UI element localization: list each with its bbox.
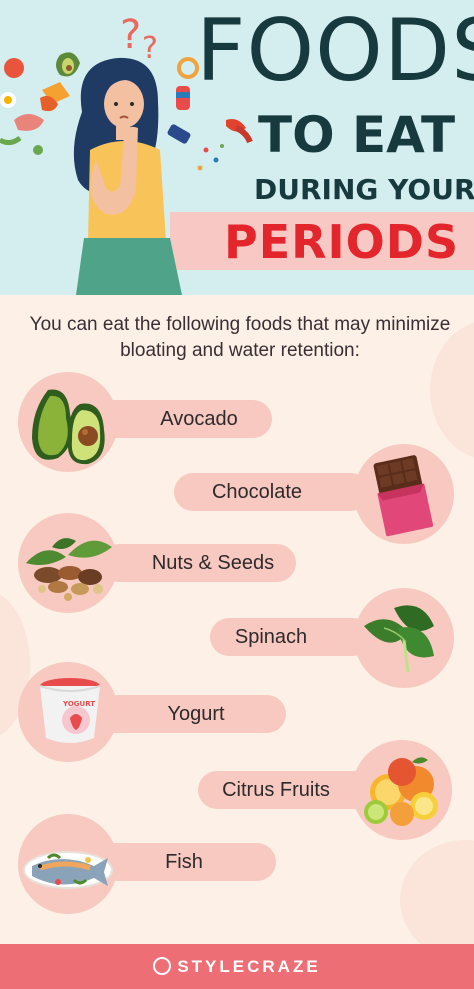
title-to-eat: TO EAT [258,106,456,164]
intro-text: You can eat the following foods that may… [29,314,451,361]
citrus-fruits-label: Citrus Fruits [222,779,330,801]
nuts-icon [18,513,118,613]
footer-bar: STYLECRAZE [0,944,474,989]
stylecraze-logo-icon [153,957,172,975]
decor-circle-right-bottom [400,840,474,960]
nuts-seeds-label: Nuts & Seeds [151,552,275,574]
fish-icon [18,814,118,914]
food-label-spinach: Spinach [210,618,372,656]
avocado-icon [18,372,118,472]
food-label-yogurt: Yogurt [96,695,286,733]
brand-name: STYLECRAZE [177,957,321,976]
food-label-fish: Fish [98,843,276,881]
yogurt-icon: YOGURT [18,662,118,762]
chocolate-icon [354,444,454,544]
title-foods: FOODS [196,1,474,101]
svg-text:?: ? [142,31,158,66]
food-label-nuts-seeds: Nuts & Seeds [100,544,296,582]
yogurt-label: Yogurt [167,703,225,725]
food-label-avocado: Avocado [96,400,272,438]
title-during-your: DURING YOUR [254,173,474,206]
infographic-page: ? ? FOOD TO EAT DURING YOUR PERIODS You … [0,0,474,989]
yogurt-cup-label: YOGURT [62,700,95,708]
fish-label: Fish [165,851,203,873]
food-label-chocolate: Chocolate [174,473,370,511]
svg-text:?: ? [120,12,141,58]
avocado-label: Avocado [160,408,238,430]
title-periods: PERIODS [224,215,460,269]
spinach-icon [354,588,454,688]
citrus-icon [352,740,452,840]
food-label-citrus-fruits: Citrus Fruits [198,771,374,809]
chocolate-label: Chocolate [211,481,303,503]
spinach-label: Spinach [234,626,308,648]
brand-logo: STYLECRAZE [0,944,474,989]
header-banner: ? ? FOOD TO EAT DURING YOUR PERIODS [0,0,474,295]
